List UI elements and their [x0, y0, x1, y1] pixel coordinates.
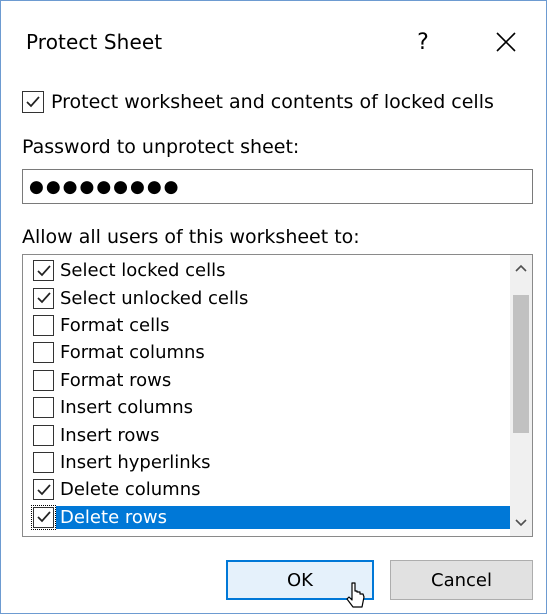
- permission-checkbox[interactable]: [33, 479, 54, 501]
- permission-label: Format cells: [60, 314, 170, 336]
- permission-label: Format columns: [60, 342, 205, 364]
- checkmark-icon: [36, 484, 51, 496]
- permissions-list: Select locked cells Select unlocked cells…: [23, 257, 510, 531]
- permission-checkbox[interactable]: [33, 287, 54, 309]
- checkmark-icon: [26, 96, 40, 108]
- permission-label: Delete rows: [56, 505, 510, 529]
- permission-item[interactable]: Select unlocked cells: [23, 284, 510, 311]
- permission-item[interactable]: Delete rows: [23, 504, 510, 531]
- permission-checkbox[interactable]: [33, 451, 54, 473]
- permission-checkbox[interactable]: [33, 314, 54, 336]
- help-button[interactable]: ?: [401, 23, 445, 63]
- permission-label: Format rows: [60, 369, 172, 391]
- chevron-down-icon: [515, 519, 527, 527]
- dialog-title: Protect Sheet: [26, 30, 163, 54]
- scroll-thumb[interactable]: [513, 295, 529, 433]
- permission-label: Delete columns: [60, 479, 201, 501]
- chevron-up-icon: [515, 264, 527, 272]
- protect-worksheet-label: Protect worksheet and contents of locked…: [51, 91, 494, 113]
- close-button[interactable]: [484, 23, 528, 63]
- scroll-down-button[interactable]: [510, 512, 532, 534]
- permission-checkbox[interactable]: [33, 342, 54, 364]
- permission-item[interactable]: Format columns: [23, 339, 510, 366]
- permission-label: Insert rows: [60, 424, 160, 446]
- checkmark-icon: [36, 511, 51, 523]
- protect-worksheet-row[interactable]: Protect worksheet and contents of locked…: [22, 91, 494, 113]
- permission-item[interactable]: Delete columns: [23, 476, 510, 503]
- permission-checkbox[interactable]: [33, 260, 54, 282]
- checkmark-icon: [36, 265, 51, 276]
- checkmark-icon: [36, 292, 51, 304]
- permission-item[interactable]: Insert columns: [23, 394, 510, 421]
- permission-item[interactable]: Format cells: [23, 312, 510, 339]
- permission-label: Select locked cells: [60, 260, 226, 282]
- password-input[interactable]: ●●●●●●●●●: [22, 169, 533, 204]
- permission-checkbox[interactable]: [33, 424, 54, 446]
- permission-item[interactable]: Insert rows: [23, 421, 510, 448]
- permission-item[interactable]: Select locked cells: [23, 257, 510, 284]
- protect-worksheet-checkbox[interactable]: [22, 91, 44, 113]
- cancel-button[interactable]: Cancel: [390, 560, 533, 600]
- permissions-label: Allow all users of this worksheet to:: [22, 226, 360, 248]
- title-bar: Protect Sheet ?: [1, 1, 546, 85]
- permissions-listbox[interactable]: Select locked cells Select unlocked cells…: [22, 254, 533, 537]
- permission-item[interactable]: Format rows: [23, 367, 510, 394]
- permission-checkbox[interactable]: [33, 397, 54, 419]
- permission-checkbox[interactable]: [33, 369, 54, 391]
- permission-label: Insert hyperlinks: [60, 451, 211, 473]
- scroll-up-button[interactable]: [510, 257, 532, 279]
- close-icon: [496, 32, 516, 52]
- permission-item[interactable]: Insert hyperlinks: [23, 449, 510, 476]
- protect-sheet-dialog: Protect Sheet ? Protect worksheet and co…: [0, 0, 547, 614]
- help-icon: ?: [417, 30, 429, 55]
- permission-checkbox[interactable]: [31, 504, 56, 530]
- permission-label: Insert columns: [60, 397, 193, 419]
- permission-label: Select unlocked cells: [60, 287, 249, 309]
- vertical-scrollbar[interactable]: [510, 255, 532, 536]
- mouse-pointer-icon: [346, 582, 365, 608]
- password-label: Password to unprotect sheet:: [22, 136, 300, 158]
